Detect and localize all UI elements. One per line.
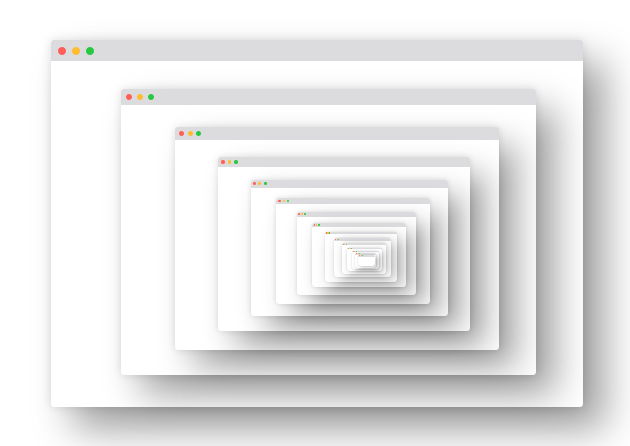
minimize-button-icon[interactable] [301,213,304,216]
minimize-button-icon[interactable] [282,199,285,203]
zoom-button-icon[interactable] [345,243,347,245]
zoom-button-icon[interactable] [86,46,94,55]
close-button-icon[interactable] [220,159,225,164]
zoom-button-icon[interactable] [234,159,238,164]
zoom-button-icon[interactable] [351,247,353,249]
window-titlebar [324,231,398,235]
window-titlebar [358,255,375,257]
zoom-button-icon[interactable] [196,130,202,136]
minimize-button-icon[interactable] [72,46,80,55]
zoom-button-icon[interactable] [355,250,357,252]
minimize-button-icon[interactable] [137,93,144,101]
window-titlebar [175,126,499,140]
minimize-button-icon[interactable] [316,224,318,226]
minimize-button-icon[interactable] [227,159,232,164]
window-titlebar [276,197,431,204]
zoom-button-icon[interactable] [362,255,364,257]
close-button-icon[interactable] [313,224,315,226]
zoom-button-icon[interactable] [338,238,340,240]
window-titlebar [312,223,406,227]
close-button-icon[interactable] [278,199,281,203]
close-button-icon[interactable] [58,46,66,55]
window-titlebar [341,243,386,246]
window-titlebar [296,212,417,217]
minimize-button-icon[interactable] [327,232,329,234]
window-titlebar [351,250,379,253]
close-button-icon[interactable] [253,182,257,186]
window-titlebar [51,40,583,61]
zoom-button-icon[interactable] [329,232,331,234]
minimize-button-icon[interactable] [187,130,193,136]
zoom-button-icon[interactable] [148,93,155,101]
window-titlebar [250,179,448,188]
window-titlebar [120,88,536,106]
recursive-window-stage [0,0,630,446]
window-titlebar [347,247,382,250]
minimize-button-icon[interactable] [258,182,262,186]
zoom-button-icon[interactable] [286,199,289,203]
zoom-button-icon[interactable] [304,213,307,216]
browser-window [358,255,375,267]
close-button-icon[interactable] [126,93,133,101]
close-button-icon[interactable] [335,238,337,240]
close-button-icon[interactable] [298,213,300,216]
close-button-icon[interactable] [179,130,185,136]
zoom-button-icon[interactable] [318,224,320,226]
window-titlebar [217,156,471,167]
zoom-button-icon[interactable] [263,182,267,186]
minimize-button-icon[interactable] [344,243,346,245]
window-titlebar [334,238,391,241]
